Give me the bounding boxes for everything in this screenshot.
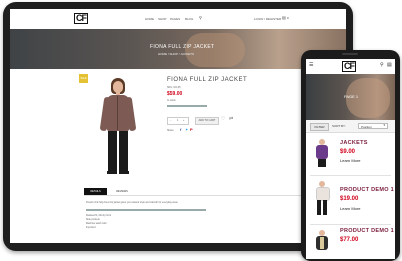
nav-item-shop[interactable]: SHOP	[158, 17, 167, 21]
phone-screen: CF ☰ ⚲ ▤ PAGE 1 FILTER SORT BY: Position…	[306, 59, 395, 259]
qty-value: 1	[177, 119, 179, 122]
quantity-stepper[interactable]: − 1 +	[167, 117, 189, 125]
sort-bar: FILTER SORT BY: Position ▾	[306, 120, 395, 133]
product-image[interactable]	[90, 74, 150, 184]
item-price: $19.00	[340, 196, 359, 202]
item-image[interactable]	[315, 230, 329, 259]
cart-count: 0	[287, 16, 289, 20]
list-item[interactable]: PRODUCT DEMO 1 $77.00	[306, 226, 395, 259]
cart-icon[interactable]: ▤	[387, 63, 392, 68]
phone-hero-banner: PAGE 1	[306, 74, 395, 120]
product-title: FIONA FULL ZIP JACKET	[167, 77, 248, 83]
learn-more-link[interactable]: Learn More	[340, 206, 360, 211]
filter-button[interactable]: FILTER	[310, 123, 329, 131]
tabs-divider	[84, 195, 304, 196]
phone-device: CF ☰ ⚲ ▤ PAGE 1 FILTER SORT BY: Position…	[301, 50, 400, 261]
qty-increment[interactable]: +	[183, 119, 184, 122]
chevron-down-icon: ▾	[383, 123, 385, 127]
share-label: Share	[167, 129, 174, 132]
qty-decrement[interactable]: −	[170, 119, 171, 122]
sort-label: SORT BY:	[332, 124, 346, 128]
item-price: $77.00	[340, 237, 359, 243]
product-sku: SKU: MJ-05	[167, 86, 181, 89]
add-to-cart-button[interactable]: ADD TO CART	[195, 117, 219, 125]
hero-banner: FIONA FULL ZIP JACKET HOME / SHOP / JACK…	[10, 29, 346, 69]
description-bullet-2: Side pockets	[86, 218, 100, 221]
sale-badge: SALE	[79, 74, 88, 83]
search-icon[interactable]: ⚲	[380, 63, 384, 68]
item-divider	[310, 224, 391, 225]
phone-logo-text: CF	[342, 61, 356, 72]
list-item[interactable]: PRODUCT DEMO 1 $19.00 Learn More	[306, 177, 395, 222]
description-line	[86, 209, 206, 211]
login-register-link[interactable]: LOGIN / REGISTER	[254, 17, 281, 21]
description-bullet-3: Machine wash cold	[86, 222, 107, 225]
logo-text: CF	[74, 13, 88, 24]
nav-item-blog[interactable]: BLOG	[185, 17, 193, 21]
short-description	[167, 105, 207, 107]
sort-select-value: Position	[361, 125, 372, 129]
item-title[interactable]: PRODUCT DEMO 1	[340, 187, 394, 193]
search-icon[interactable]: ⚲	[199, 16, 202, 20]
site-logo[interactable]: CF	[74, 13, 88, 24]
tab-details[interactable]: DETAILS	[84, 188, 107, 195]
cart-icon[interactable]: ▤	[282, 16, 286, 20]
breadcrumb[interactable]: HOME / SHOP / JACKETS	[158, 52, 194, 56]
site-header: CF HOME SHOP PAGES BLOG ⚲ LOGIN / REGIST…	[10, 9, 346, 29]
learn-more-link[interactable]: Learn More	[340, 158, 360, 163]
nav-item-home[interactable]: HOME	[145, 17, 154, 21]
item-price: $9.00	[340, 149, 356, 155]
hero-image	[185, 33, 245, 67]
phone-logo[interactable]: CF	[342, 61, 356, 72]
tablet-screen: CF HOME SHOP PAGES BLOG ⚲ LOGIN / REGIST…	[10, 9, 346, 243]
description-bullet-4: Imported	[86, 226, 96, 229]
product-price: $59.00	[167, 91, 183, 97]
heart-icon[interactable]: ♡	[221, 117, 225, 122]
item-image[interactable]	[314, 181, 330, 215]
tab-reviews[interactable]: REVIEWS	[110, 188, 134, 195]
description-intro: Fiona's chic fully-lined zip jacket give…	[86, 201, 179, 204]
nav-item-pages[interactable]: PAGES	[170, 17, 180, 21]
item-divider	[310, 175, 391, 176]
list-item[interactable]: JACKETS $9.00 Learn More	[306, 133, 395, 173]
phone-speaker	[342, 53, 358, 55]
item-image[interactable]	[315, 139, 329, 167]
item-title[interactable]: JACKETS	[340, 140, 368, 146]
twitter-icon[interactable]: ✦	[185, 128, 188, 132]
pinterest-icon[interactable]: P	[190, 128, 193, 132]
sort-select[interactable]: Position ▾	[358, 123, 388, 129]
item-title[interactable]: PRODUCT DEMO 1	[340, 228, 394, 234]
compare-icon[interactable]: ⇄	[229, 117, 233, 122]
hero-title: FIONA FULL ZIP JACKET	[150, 44, 215, 50]
phone-hero-title: PAGE 1	[344, 94, 359, 99]
facebook-icon[interactable]: f	[180, 128, 181, 132]
menu-icon[interactable]: ☰	[309, 63, 313, 68]
description-bullet-1: Relaxed fit, full-zip front	[86, 214, 111, 217]
availability-text: In stock	[167, 99, 176, 102]
